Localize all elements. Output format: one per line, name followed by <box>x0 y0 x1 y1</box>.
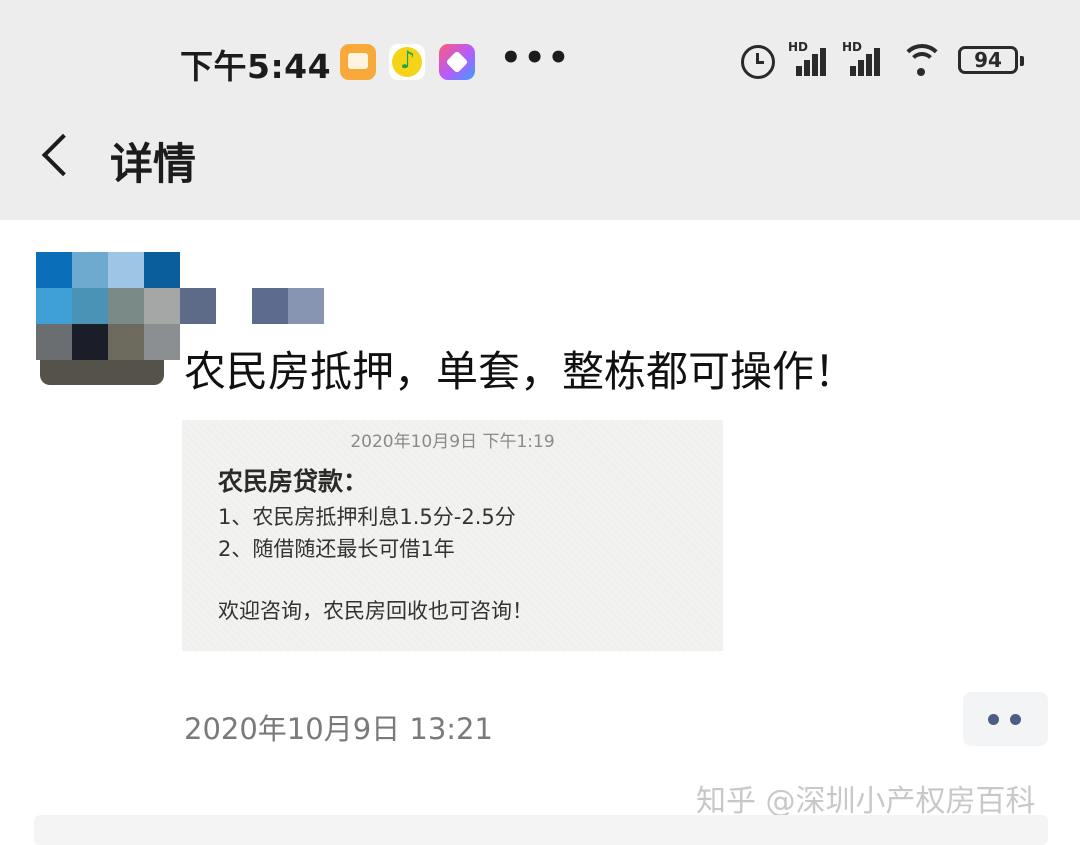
more-notifications-icon: ••• <box>500 38 572 78</box>
image-line: 1、农民房抵押利息1.5分-2.5分 <box>218 505 516 529</box>
image-line: 欢迎咨询，农民房回收也可咨询！ <box>218 599 533 623</box>
signal-icon-1: HD <box>788 40 830 76</box>
hd-label: HD <box>842 40 863 54</box>
post-timestamp: 2020年10月9日 13:21 <box>184 712 493 746</box>
two-dots-icon <box>988 714 999 725</box>
more-button[interactable] <box>963 692 1048 746</box>
hd-label: HD <box>788 40 809 54</box>
page-title: 详情 <box>110 140 196 190</box>
two-dots-icon <box>1010 714 1021 725</box>
wifi-icon <box>900 44 944 78</box>
notes-app-icon <box>340 44 376 80</box>
kite-app-icon <box>439 44 475 80</box>
battery-icon: 94 <box>958 46 1024 74</box>
image-heading: 农民房贷款： <box>218 467 369 496</box>
signal-icon-2: HD <box>842 40 884 76</box>
alarm-icon <box>741 45 775 79</box>
image-timestamp: 2020年10月9日 下午1:19 <box>350 432 555 452</box>
status-time: 下午5:44 <box>180 47 332 86</box>
image-line: 2、随借随还最长可借1年 <box>218 537 455 561</box>
back-button[interactable] <box>36 130 76 186</box>
qq-music-icon <box>389 44 425 80</box>
post-text: 农民房抵押，单套，整栋都可操作！ <box>184 347 857 396</box>
battery-level: 94 <box>974 48 1002 72</box>
watermark: 知乎 @深圳小产权房百科 <box>696 784 1036 819</box>
comment-area[interactable] <box>34 815 1048 845</box>
post-image[interactable]: 2020年10月9日 下午1:19 农民房贷款： 1、农民房抵押利息1.5分-2… <box>182 420 723 651</box>
